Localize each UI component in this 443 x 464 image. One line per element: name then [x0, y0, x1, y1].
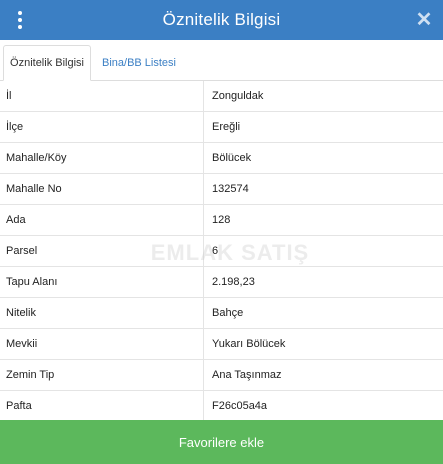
table-row: Mevkii Yukarı Bölücek: [0, 329, 443, 360]
table-row: Zemin Tip Ana Taşınmaz: [0, 360, 443, 391]
row-value: Bölücek: [212, 152, 252, 164]
row-value: 132574: [212, 183, 249, 195]
table-row: Mahalle/Köy Bölücek: [0, 143, 443, 174]
row-value: Ereğli: [212, 121, 241, 133]
table-row: Ada 128: [0, 205, 443, 236]
row-value: F26c05a4a: [212, 400, 268, 412]
row-value: 2.198,23: [212, 276, 255, 288]
row-label: Mevkii: [0, 329, 204, 359]
row-label: Pafta: [0, 391, 204, 421]
row-label: Mahalle/Köy: [0, 143, 204, 173]
tab-bar: Öznitelik Bilgisi Bina/BB Listesi: [0, 40, 443, 81]
row-value: Bahçe: [212, 307, 244, 319]
row-value: 128: [212, 214, 231, 226]
row-label: Ada: [0, 205, 204, 235]
page-title: Öznitelik Bilgisi: [162, 10, 281, 29]
row-value: Zonguldak: [212, 90, 264, 102]
tab-oznitelik-bilgisi[interactable]: Öznitelik Bilgisi: [3, 45, 91, 81]
header-bar: Öznitelik Bilgisi ✕: [0, 0, 443, 40]
table-row: Mahalle No 132574: [0, 174, 443, 205]
table-row: Nitelik Bahçe: [0, 298, 443, 329]
row-value: Ana Taşınmaz: [212, 369, 282, 381]
vertical-ellipsis-icon[interactable]: [14, 10, 26, 30]
row-label: Zemin Tip: [0, 360, 204, 390]
row-label: Mahalle No: [0, 174, 204, 204]
row-label: Tapu Alanı: [0, 267, 204, 297]
table-row: İl Zonguldak: [0, 81, 443, 112]
table-row: İlçe Ereğli: [0, 112, 443, 143]
row-value: Yukarı Bölücek: [212, 338, 286, 350]
table-row: Tapu Alanı 2.198,23: [0, 267, 443, 298]
row-label: İl: [0, 81, 204, 111]
add-favorites-button[interactable]: Favorilere ekle: [0, 420, 443, 464]
row-label: İlçe: [0, 112, 204, 142]
close-icon[interactable]: ✕: [413, 9, 435, 31]
watermark: EMLAK SATIŞ: [150, 240, 310, 265]
table-row: Pafta F26c05a4a: [0, 391, 443, 422]
row-label: Nitelik: [0, 298, 204, 328]
tab-bina-bb-listesi[interactable]: Bina/BB Listesi: [94, 45, 184, 81]
